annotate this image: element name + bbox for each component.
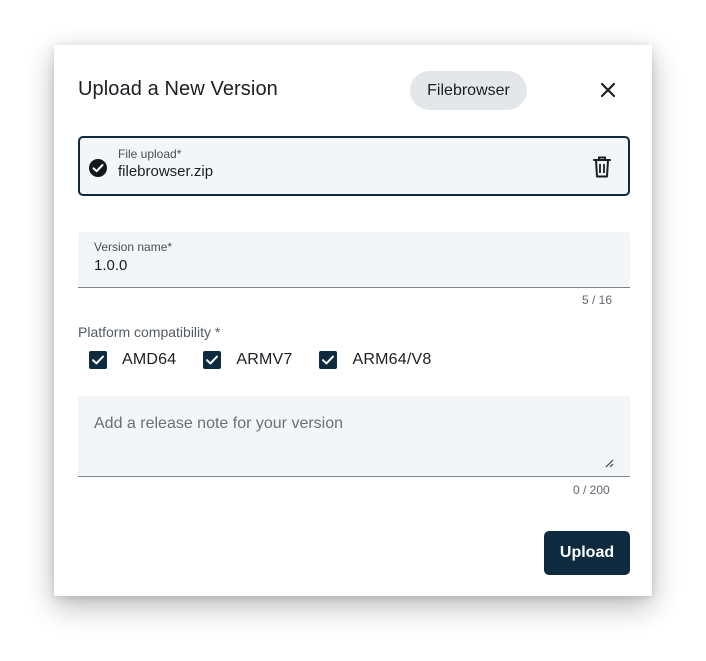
version-name-input[interactable]: 1.0.0 (94, 257, 127, 274)
platform-label: Platform compatibility * (78, 324, 221, 340)
checkbox-label: AMD64 (122, 351, 177, 368)
checkbox-checked-icon[interactable] (203, 351, 222, 369)
checkbox-checked-icon[interactable] (319, 351, 338, 369)
checkbox-label: ARM64/V8 (352, 351, 432, 368)
file-upload-label: File upload* (118, 147, 182, 161)
file-upload-field[interactable]: File upload* filebrowser.zip (78, 136, 630, 196)
checkbox-armv7[interactable]: ARMV7 (203, 351, 292, 369)
dialog-title: Upload a New Version (78, 78, 278, 100)
release-note-input[interactable] (94, 415, 604, 433)
file-name: filebrowser.zip (118, 163, 214, 180)
version-name-label: Version name* (94, 240, 173, 254)
release-note-counter: 0 / 200 (573, 483, 610, 497)
platform-checkbox-group: AMD64 ARMV7 ARM64/V8 (89, 349, 458, 371)
app-badge: Filebrowser (410, 71, 527, 110)
version-name-field[interactable]: Version name* 1.0.0 (78, 232, 630, 288)
upload-version-dialog: Upload a New Version Filebrowser File up… (54, 45, 652, 596)
checkbox-amd64[interactable]: AMD64 (89, 351, 176, 369)
resize-handle-icon[interactable] (604, 458, 614, 468)
close-icon (600, 82, 616, 98)
release-note-field[interactable] (78, 396, 630, 477)
upload-button[interactable]: Upload (544, 531, 630, 575)
version-name-counter: 5 / 16 (582, 293, 613, 307)
checkbox-label: ARMV7 (236, 351, 293, 368)
checkbox-checked-icon[interactable] (89, 351, 107, 369)
close-button[interactable] (593, 75, 623, 105)
check-circle-icon (89, 159, 107, 177)
checkbox-arm64-v8[interactable]: ARM64/V8 (319, 351, 431, 369)
trash-icon[interactable] (591, 155, 613, 179)
